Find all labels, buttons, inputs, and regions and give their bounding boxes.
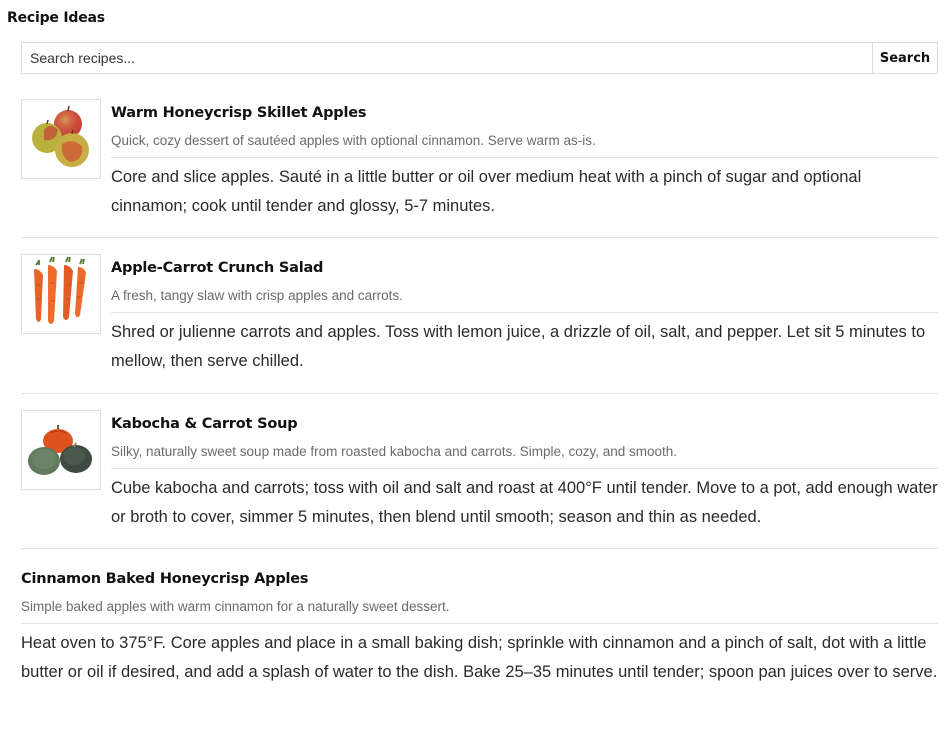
recipe-description: A fresh, tangy slaw with crisp apples an… [111,287,938,313]
recipe-title[interactable]: Cinnamon Baked Honeycrisp Apples [21,569,938,589]
recipe-description: Simple baked apples with warm cinnamon f… [21,598,938,624]
recipe-description: Quick, cozy dessert of sautéed apples wi… [111,132,938,158]
page-title: Recipe Ideas [7,10,105,26]
search-button[interactable]: Search [872,42,938,74]
recipe-title[interactable]: Kabocha & Carrot Soup [111,414,938,434]
recipe-content: Cinnamon Baked Honeycrisp Apples Simple … [21,565,938,687]
recipe-card: Warm Honeycrisp Skillet Apples Quick, co… [21,99,938,238]
recipe-card: Cinnamon Baked Honeycrisp Apples Simple … [21,565,938,725]
recipe-title[interactable]: Warm Honeycrisp Skillet Apples [111,103,938,123]
recipe-card: Apple-Carrot Crunch Salad A fresh, tangy… [21,254,938,394]
recipe-title[interactable]: Apple-Carrot Crunch Salad [111,258,938,278]
kabocha-squash-image [21,410,101,490]
recipe-steps: Shred or julienne carrots and apples. To… [111,323,926,370]
recipe-content: Kabocha & Carrot Soup Silky, naturally s… [111,410,938,532]
search-input[interactable] [21,42,872,74]
carrots-image [21,254,101,334]
recipe-content: Warm Honeycrisp Skillet Apples Quick, co… [111,99,938,221]
search-bar: Search [21,42,938,74]
recipe-steps: Cube kabocha and carrots; toss with oil … [111,479,938,526]
recipe-steps: Heat oven to 375°F. Core apples and plac… [21,634,938,681]
recipe-steps: Core and slice apples. Sauté in a little… [111,168,862,215]
recipe-content: Apple-Carrot Crunch Salad A fresh, tangy… [111,254,938,376]
recipe-card: Kabocha & Carrot Soup Silky, naturally s… [21,410,938,549]
apples-image [21,99,101,179]
recipe-description: Silky, naturally sweet soup made from ro… [111,443,938,469]
